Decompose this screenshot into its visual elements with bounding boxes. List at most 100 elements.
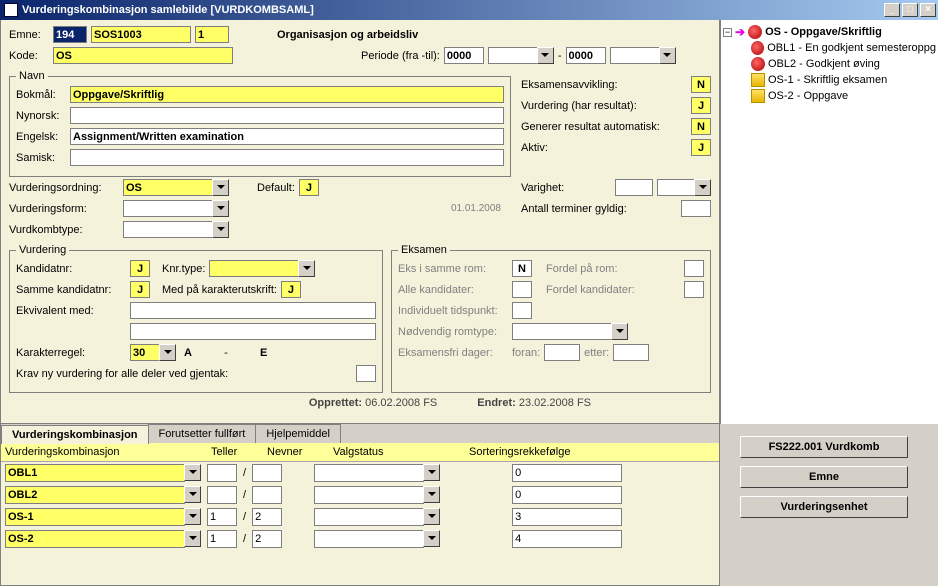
engelsk-input[interactable] <box>70 128 504 145</box>
foran-input[interactable] <box>544 344 580 361</box>
grid-valgstatus-input[interactable] <box>314 508 424 526</box>
grid-teller-input[interactable] <box>207 486 237 504</box>
grid-sort-input[interactable] <box>512 508 622 526</box>
default-label: Default: <box>257 182 295 194</box>
vurdordning-input[interactable] <box>123 179 213 196</box>
kar-dash: - <box>196 347 256 359</box>
karregel-input[interactable] <box>130 344 160 361</box>
nynorsk-input[interactable] <box>70 107 504 124</box>
aktiv-input[interactable] <box>691 139 711 156</box>
periode-to-dropdown[interactable] <box>659 47 676 64</box>
romtype-input[interactable] <box>512 323 612 340</box>
grid-valgstatus-dropdown[interactable] <box>423 464 440 481</box>
eksavvikling-input[interactable] <box>691 76 711 93</box>
close-button[interactable]: × <box>920 3 936 17</box>
romtype-dropdown[interactable] <box>611 323 628 340</box>
emne-code-input[interactable] <box>53 26 87 43</box>
grid-sort-input[interactable] <box>512 464 622 482</box>
tree-child[interactable]: OS-1 - Skriftlig eksamen <box>751 72 936 88</box>
fordelkand-input[interactable] <box>684 281 704 298</box>
periode-from-term[interactable] <box>488 47 538 64</box>
grid-teller-input[interactable] <box>207 464 237 482</box>
knrtype-dropdown[interactable] <box>298 260 315 277</box>
grid-nevner-input[interactable] <box>252 486 282 504</box>
grid-vk-dropdown[interactable] <box>184 464 201 481</box>
aktiv-label: Aktiv: <box>521 142 687 154</box>
vurdform-input[interactable] <box>123 200 213 217</box>
ekv-input-2[interactable] <box>130 323 376 340</box>
grid-vk-dropdown[interactable] <box>184 530 201 547</box>
fordelrom-input[interactable] <box>684 260 704 277</box>
grid-valgstatus-input[interactable] <box>314 464 424 482</box>
vurdkombtype-dropdown[interactable] <box>212 221 229 238</box>
vurdkombtype-input[interactable] <box>123 221 213 238</box>
grid-vk-dropdown[interactable] <box>184 486 201 503</box>
grid-row: / <box>1 506 719 528</box>
default-input[interactable] <box>299 179 319 196</box>
karregel-dropdown[interactable] <box>159 344 176 361</box>
allekand-input[interactable] <box>512 281 532 298</box>
knrtype-input[interactable] <box>209 260 299 277</box>
karra: A <box>184 347 192 359</box>
grid-nevner-input[interactable] <box>252 508 282 526</box>
grid-vk-input[interactable] <box>5 464 185 482</box>
grid-vk-input[interactable] <box>5 530 185 548</box>
endret: Endret: 23.02.2008 FS <box>477 397 591 409</box>
indtid-input[interactable] <box>512 302 532 319</box>
emne-ver-input[interactable] <box>195 26 229 43</box>
bokmal-input[interactable] <box>70 86 504 103</box>
sammerom-label: Eks i samme rom: <box>398 263 508 275</box>
tab-forutsetter[interactable]: Forutsetter fullført <box>148 424 257 443</box>
grid-vk-input[interactable] <box>5 508 185 526</box>
periode-from-dropdown[interactable] <box>537 47 554 64</box>
periode-from-input[interactable] <box>444 47 484 64</box>
grid-nevner-input[interactable] <box>252 530 282 548</box>
tree-child[interactable]: OS-2 - Oppgave <box>751 88 936 104</box>
termgyldig-input[interactable] <box>681 200 711 217</box>
kode-input[interactable] <box>53 47 233 64</box>
grid-valgstatus-input[interactable] <box>314 530 424 548</box>
genauto-input[interactable] <box>691 118 711 135</box>
sammekand-input[interactable] <box>130 281 150 298</box>
krav-input[interactable] <box>356 365 376 382</box>
grid-valgstatus-input[interactable] <box>314 486 424 504</box>
grid-sort-input[interactable] <box>512 486 622 504</box>
tree-root[interactable]: − ➔ OS - Oppgave/Skriftlig <box>723 24 936 40</box>
varighet-input[interactable] <box>615 179 653 196</box>
samisk-input[interactable] <box>70 149 504 166</box>
minimize-button[interactable]: _ <box>884 3 900 17</box>
grid-sort-input[interactable] <box>512 530 622 548</box>
ekv-input-1[interactable] <box>130 302 376 319</box>
vurdres-input[interactable] <box>691 97 711 114</box>
etter-input[interactable] <box>613 344 649 361</box>
grid-valgstatus-dropdown[interactable] <box>423 486 440 503</box>
grid-teller-input[interactable] <box>207 508 237 526</box>
gridhdr-teller: Teller <box>211 446 261 458</box>
vurdordning-dropdown[interactable] <box>212 179 229 196</box>
kandidatnr-input[interactable] <box>130 260 150 277</box>
grid-nevner-input[interactable] <box>252 464 282 482</box>
grid-vk-dropdown[interactable] <box>184 508 201 525</box>
vurdform-dropdown[interactable] <box>212 200 229 217</box>
sammerom-input[interactable] <box>512 260 532 277</box>
grid-teller-input[interactable] <box>207 530 237 548</box>
grid-valgstatus-dropdown[interactable] <box>423 508 440 525</box>
periode-to-input[interactable] <box>566 47 606 64</box>
vurdering-legend: Vurdering <box>16 244 69 256</box>
periode-to-term[interactable] <box>610 47 660 64</box>
maximize-button[interactable]: □ <box>902 3 918 17</box>
tab-vurdkomb[interactable]: Vurderingskombinasjon <box>1 425 149 444</box>
emne-button[interactable]: Emne <box>740 466 908 488</box>
tree-child[interactable]: OBL1 - En godkjent semesteroppg <box>751 40 936 56</box>
vurderingsenhet-button[interactable]: Vurderingsenhet <box>740 496 908 518</box>
grid-valgstatus-dropdown[interactable] <box>423 530 440 547</box>
tab-hjelpemiddel[interactable]: Hjelpemiddel <box>255 424 341 443</box>
collapse-icon[interactable]: − <box>723 28 732 37</box>
varighet-dropdown[interactable] <box>694 179 711 196</box>
varighet-unit[interactable] <box>657 179 695 196</box>
grid-vk-input[interactable] <box>5 486 185 504</box>
medpaa-input[interactable] <box>281 281 301 298</box>
tree-child[interactable]: OBL2 - Godkjent øving <box>751 56 936 72</box>
emne-id-input[interactable] <box>91 26 191 43</box>
fs222-button[interactable]: FS222.001 Vurdkomb <box>740 436 908 458</box>
